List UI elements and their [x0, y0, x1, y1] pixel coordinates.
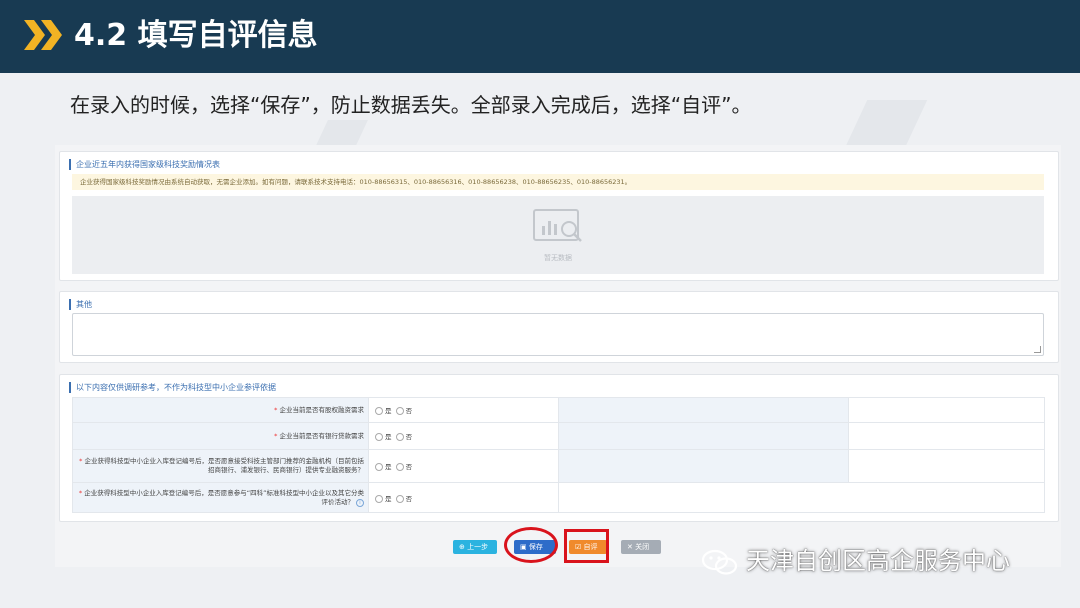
table-row: * 企业当前是否有股权融资需求 是 否: [72, 397, 1045, 423]
empty-cell: [558, 397, 849, 423]
survey-panel: 以下内容仅供调研参考，不作为科技型中小企业参评依据 * 企业当前是否有股权融资需…: [59, 374, 1059, 522]
radio-no[interactable]: [395, 494, 404, 503]
empty-cell: [848, 422, 1045, 450]
survey-section-title: 以下内容仅供调研参考，不作为科技型中小企业参评依据: [69, 382, 276, 393]
other-textarea[interactable]: [72, 313, 1044, 356]
empty-cell: [558, 482, 1045, 513]
radio-yes[interactable]: [375, 463, 383, 471]
radio-no[interactable]: [395, 433, 404, 441]
watermark-text: 天津自创区高企服务中心: [746, 547, 1010, 575]
empty-state-text: 暂无数据: [544, 254, 572, 262]
double-chevron-icon: [24, 20, 62, 50]
survey-table: * 企业当前是否有股权融资需求 是 否 * 企业当前是否有银行贷款需求 是 否 …: [72, 397, 1045, 513]
empty-cell: [848, 449, 1045, 483]
radio-no[interactable]: [395, 407, 404, 415]
empty-cell: [558, 449, 849, 483]
awards-panel: 企业近五年内获得国家级科技奖励情况表 企业获得国家级科技奖励情况由系统自动获取，…: [59, 151, 1059, 281]
wechat-icon: [701, 549, 738, 575]
table-row: * 企业当前是否有银行贷款需求 是 否: [72, 422, 1045, 450]
empty-state: 暂无数据: [72, 196, 1044, 274]
radio-yes[interactable]: [375, 433, 383, 441]
radio-no[interactable]: [395, 463, 404, 471]
form-screenshot: 企业近五年内获得国家级科技奖励情况表 企业获得国家级科技奖励情况由系统自动获取，…: [55, 145, 1061, 567]
other-section-title: 其他: [69, 299, 92, 310]
awards-notice: 企业获得国家级科技奖励情况由系统自动获取，无需企业添加。如有问题，请联系技术支持…: [72, 174, 1044, 190]
question-label: * 企业获得科技型中小企业入库登记编号后，是否愿意参与“四科”标准科技型中小企业…: [72, 482, 369, 513]
info-icon[interactable]: i: [356, 498, 364, 507]
prev-step-button[interactable]: ⊕ 上一步: [453, 540, 497, 554]
radio-yes[interactable]: [375, 494, 383, 503]
radio-group: 是 否: [368, 482, 559, 513]
empty-cell: [848, 397, 1045, 423]
radio-group: 是 否: [368, 397, 559, 423]
save-highlight-circle: [504, 527, 558, 563]
empty-cell: [558, 422, 849, 450]
table-row: * 企业获得科技型中小企业入库登记编号后，是否愿意参与“四科”标准科技型中小企业…: [72, 482, 1045, 513]
question-label: * 企业当前是否有股权融资需求: [72, 397, 369, 423]
awards-section-title: 企业近五年内获得国家级科技奖励情况表: [69, 159, 220, 170]
self-eval-highlight-box: [564, 529, 609, 563]
title-banner: 4.2 填写自评信息: [0, 0, 1080, 73]
table-row: * 企业获得科技型中小企业入库登记编号后，是否愿意接受科技主管部门推荐的金融机构…: [72, 449, 1045, 483]
empty-data-icon: [533, 209, 582, 242]
close-button[interactable]: ✕ 关闭: [621, 540, 661, 554]
instruction-text: 在录入的时候，选择“保存”，防止数据丢失。全部录入完成后，选择“自评”。: [70, 93, 752, 117]
radio-group: 是 否: [368, 449, 559, 483]
radio-yes[interactable]: [375, 407, 383, 415]
other-panel: 其他: [59, 291, 1059, 363]
radio-group: 是 否: [368, 422, 559, 450]
watermark: 天津自创区高企服务中心: [700, 543, 1010, 579]
question-label: * 企业当前是否有银行贷款需求: [72, 422, 369, 450]
resize-handle-icon[interactable]: [1034, 346, 1041, 353]
question-label: * 企业获得科技型中小企业入库登记编号后，是否愿意接受科技主管部门推荐的金融机构…: [72, 449, 369, 483]
slide-title: 4.2 填写自评信息: [74, 18, 318, 53]
